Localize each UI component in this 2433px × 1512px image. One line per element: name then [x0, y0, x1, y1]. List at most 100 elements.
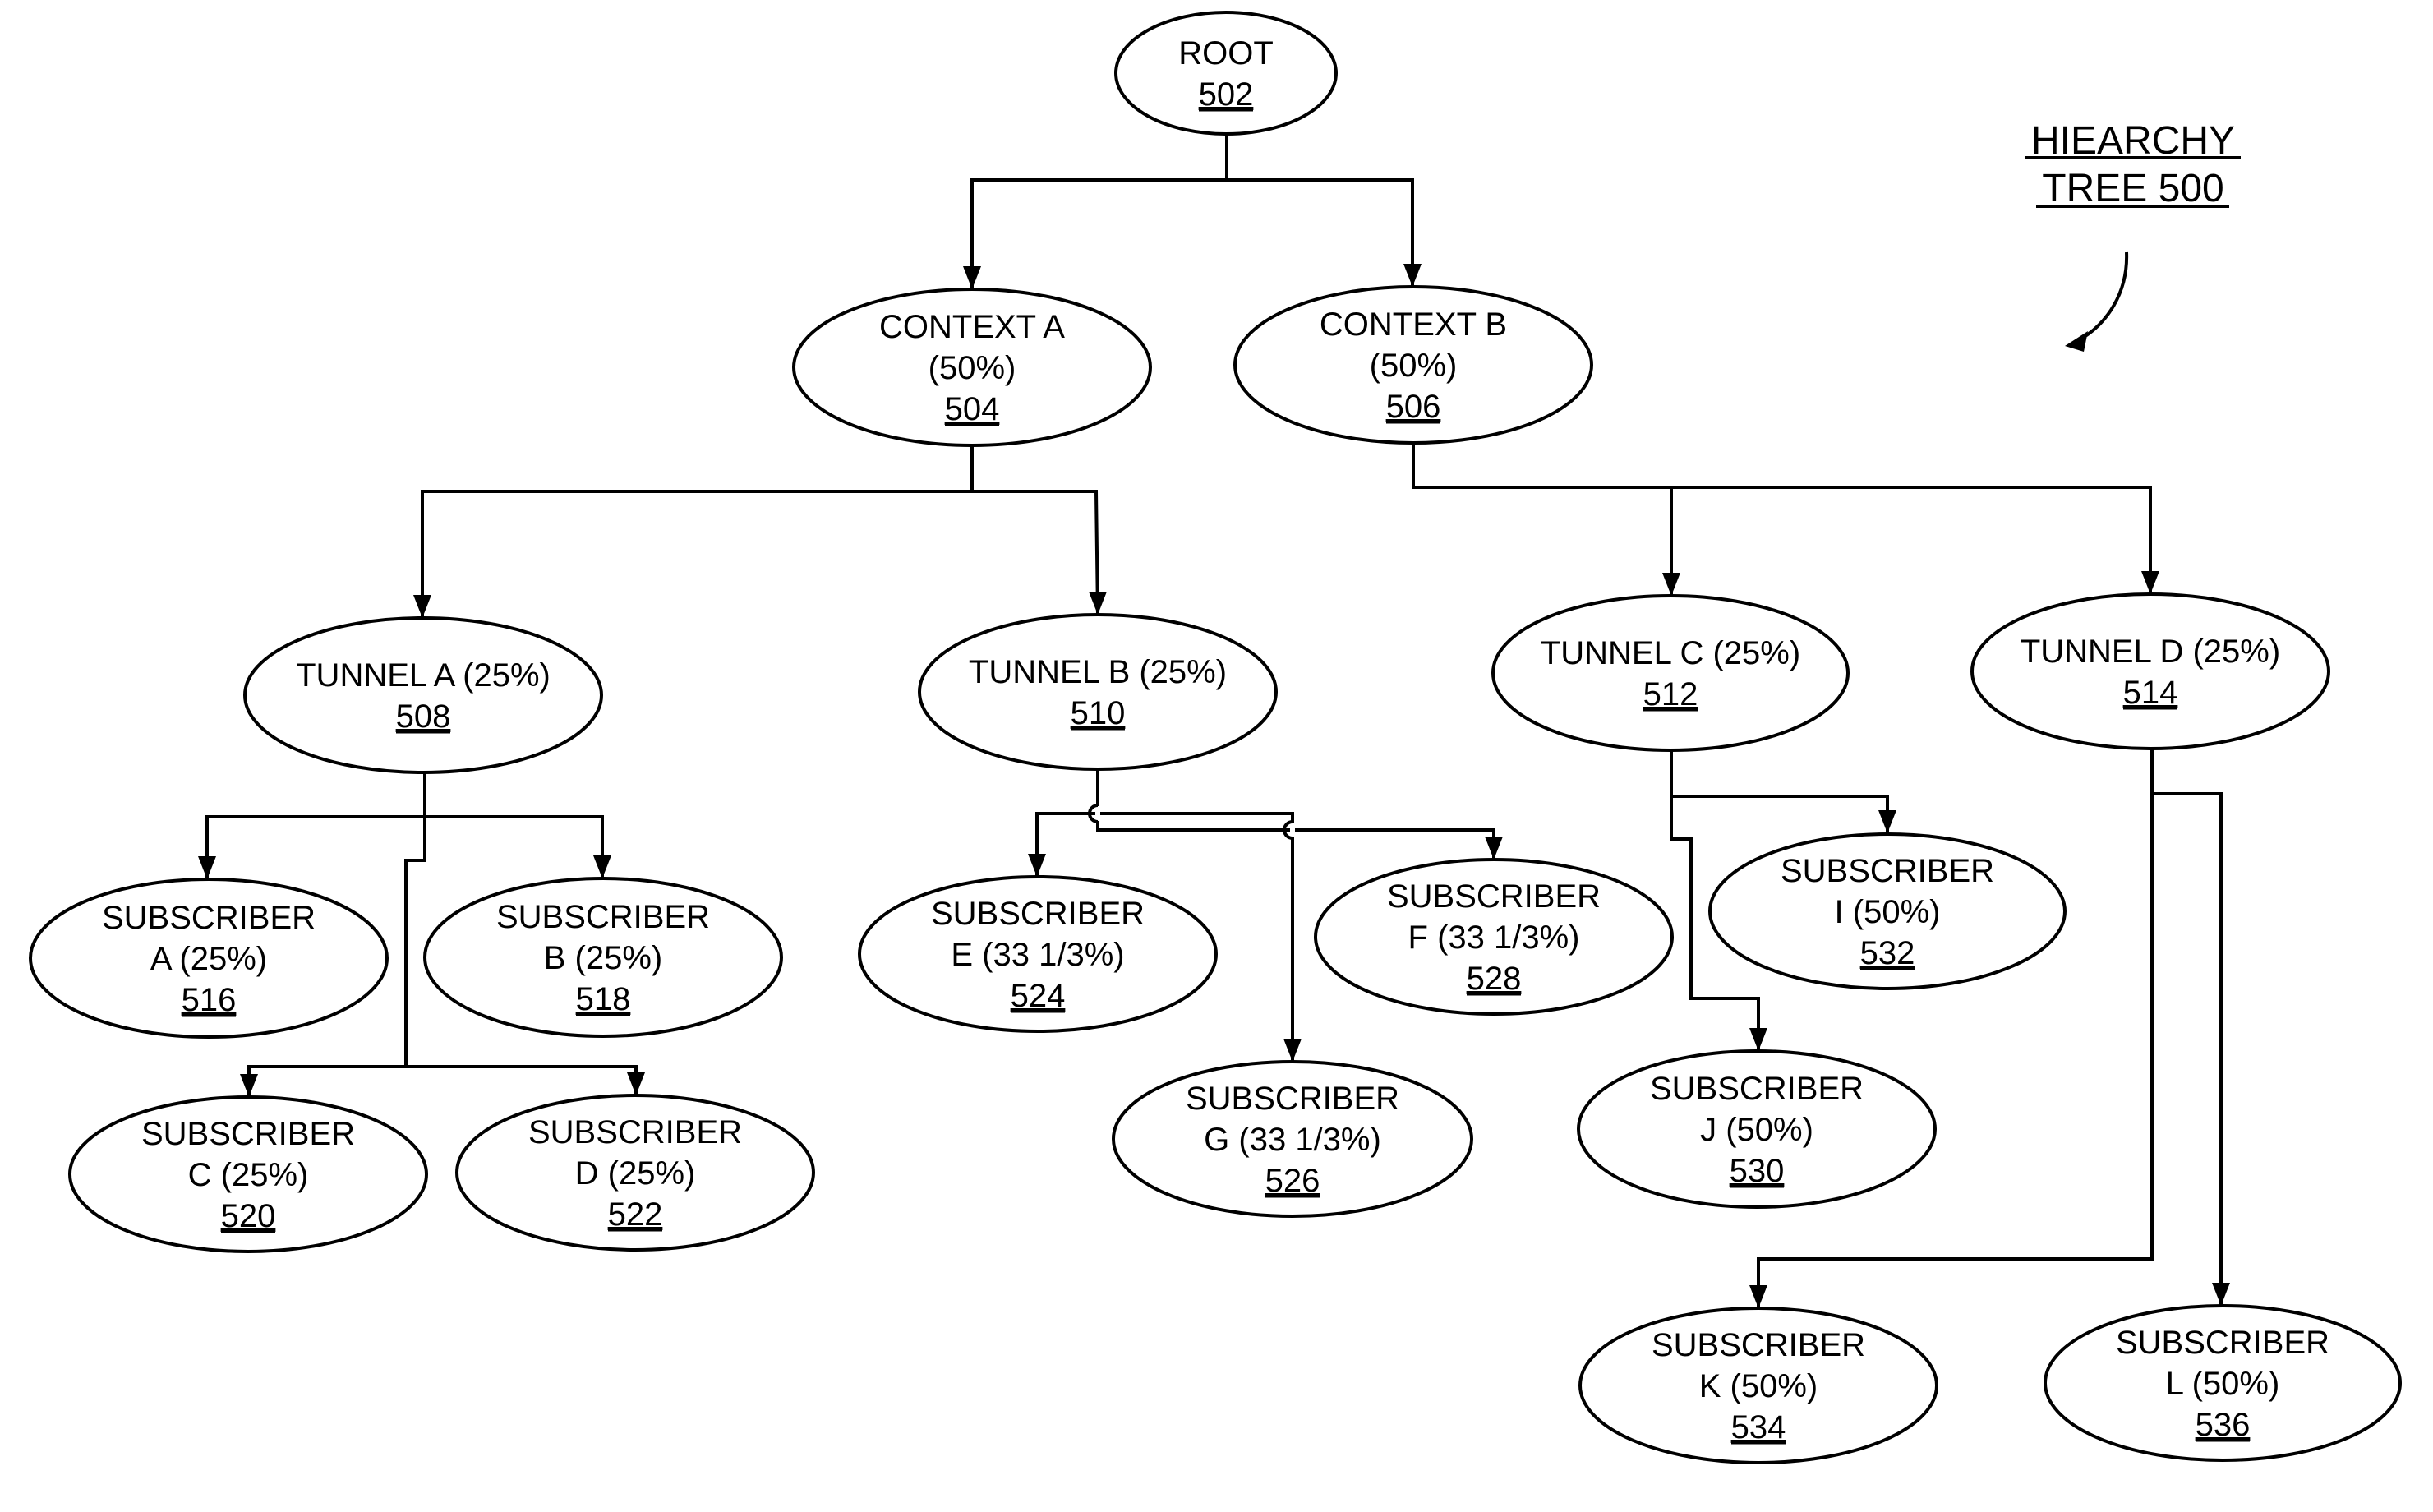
node-reference-number: 528	[1467, 961, 1522, 997]
node-label-line: SUBSCRIBER	[1186, 1081, 1399, 1117]
node-tunD[interactable]: TUNNEL D (25%) 514	[1970, 592, 2330, 750]
edge-root-to-ctxB	[1227, 178, 1422, 287]
arrowhead	[1749, 1285, 1767, 1308]
node-label-line: SUBSCRIBER	[496, 899, 710, 935]
title-pointer-arrow	[2076, 251, 2129, 343]
node-ellipse[interactable]	[243, 616, 603, 774]
node-label-line: SUBSCRIBER	[1652, 1327, 1865, 1363]
node-label-line: SUBSCRIBER	[1781, 853, 1994, 889]
title-line-2: TREE 500	[2042, 167, 2223, 210]
node-subD[interactable]: SUBSCRIBER D (25%) 522	[455, 1094, 815, 1252]
node-subF[interactable]: SUBSCRIBER F (33 1/3%) 528	[1314, 858, 1674, 1016]
node-ellipse[interactable]	[1114, 11, 1338, 136]
connector-line	[2152, 792, 2223, 1306]
edge-tunC-to-subI	[1670, 750, 1896, 833]
node-reference-number: 536	[2196, 1407, 2251, 1443]
node-ellipse[interactable]	[1491, 594, 1850, 752]
node-tunC[interactable]: TUNNEL C (25%) 512	[1491, 594, 1850, 752]
node-label-line: I (50%)	[1835, 894, 1941, 930]
node-label-line: SUBSCRIBER	[931, 896, 1145, 932]
node-label-line: SUBSCRIBER	[102, 900, 316, 936]
node-ctxA[interactable]: CONTEXT A (50%) 504	[792, 288, 1152, 447]
node-root[interactable]: ROOT 502	[1114, 11, 1338, 136]
node-subI[interactable]: SUBSCRIBER I (50%) 532	[1708, 832, 2067, 990]
node-label-line: ROOT	[1178, 35, 1274, 71]
arrowhead	[1749, 1028, 1767, 1051]
arrowhead	[1403, 264, 1422, 287]
node-reference-number: 506	[1386, 389, 1441, 425]
node-subL[interactable]: SUBSCRIBER L (50%) 536	[2044, 1304, 2402, 1462]
arrowhead	[1485, 837, 1503, 860]
node-subA[interactable]: SUBSCRIBER A (25%) 516	[29, 878, 389, 1039]
node-reference-number: 530	[1730, 1153, 1785, 1189]
node-label-line: CONTEXT A	[879, 309, 1065, 345]
connector-line	[421, 445, 974, 618]
node-reference-number: 504	[945, 391, 1000, 427]
node-tunB[interactable]: TUNNEL B (25%) 510	[918, 613, 1278, 771]
node-label-line: SUBSCRIBER	[528, 1114, 742, 1150]
node-label-line: B (25%)	[544, 940, 663, 976]
node-ellipse[interactable]	[918, 613, 1278, 771]
edge-ctxA-to-tunB	[972, 490, 1107, 615]
node-subJ[interactable]: SUBSCRIBER J (50%) 530	[1577, 1049, 1937, 1209]
node-label-line: SUBSCRIBER	[141, 1116, 355, 1152]
edge-tunD-to-subK	[1749, 749, 2154, 1308]
arrowhead	[1878, 810, 1896, 833]
node-label-line: TUNNEL B (25%)	[969, 654, 1227, 690]
node-reference-number: 522	[608, 1196, 663, 1233]
node-reference-number: 512	[1643, 676, 1698, 712]
node-reference-number: 518	[576, 981, 631, 1017]
edge-tunB-to-subF	[1096, 814, 1503, 860]
node-label-line: TUNNEL D (25%)	[2021, 634, 2280, 670]
edge-tunD-to-subL	[2152, 792, 2230, 1306]
arrowhead	[1283, 1039, 1302, 1062]
node-ctxB[interactable]: CONTEXT B (50%) 506	[1233, 285, 1593, 445]
hierarchy-tree-diagram: ROOT 502 CONTEXT A (50%) 504 CONTEXT B (50%) 50…	[29, 11, 2402, 1464]
connector-line	[406, 1065, 638, 1095]
node-reference-number: 532	[1860, 935, 1915, 971]
node-label-line: (50%)	[1370, 348, 1458, 384]
arrowhead	[963, 266, 981, 289]
node-ellipse[interactable]	[1970, 592, 2330, 750]
node-reference-number: 508	[396, 698, 451, 735]
node-label-line: SUBSCRIBER	[1650, 1071, 1864, 1107]
node-label-line: L (50%)	[2166, 1366, 2280, 1402]
edge-tunA-to-subB	[425, 815, 611, 878]
edge-ctxB-to-tunD	[1671, 486, 2159, 594]
node-label-line: SUBSCRIBER	[1387, 878, 1601, 915]
node-label-line: D (25%)	[575, 1155, 696, 1192]
node-tunA[interactable]: TUNNEL A (25%) 508	[243, 616, 603, 774]
node-label-line: K (50%)	[1699, 1368, 1818, 1404]
arrowhead	[2212, 1283, 2230, 1306]
edge-root-to-ctxA	[963, 134, 1228, 289]
node-reference-number: 514	[2123, 675, 2178, 711]
node-subK[interactable]: SUBSCRIBER K (50%) 534	[1578, 1307, 1938, 1464]
arrowhead	[593, 855, 611, 878]
crossing-gap	[1290, 823, 1295, 837]
node-subB[interactable]: SUBSCRIBER B (25%) 518	[423, 877, 783, 1038]
node-reference-number: 534	[1731, 1409, 1786, 1445]
connector-line	[1412, 443, 1673, 596]
crossing-gap	[1095, 806, 1100, 821]
node-label-line: CONTEXT B	[1320, 307, 1507, 343]
node-label-line: C (25%)	[188, 1157, 309, 1193]
node-label-line: TUNNEL C (25%)	[1541, 635, 1800, 671]
node-subE[interactable]: SUBSCRIBER E (33 1/3%) 524	[858, 875, 1218, 1033]
node-reference-number: 516	[182, 982, 237, 1018]
title-pointer-arrowhead	[2065, 331, 2088, 352]
edge-ctxA-to-tunA	[413, 445, 974, 618]
node-label-line: E (33 1/3%)	[951, 937, 1124, 973]
node-label-line: SUBSCRIBER	[2116, 1325, 2329, 1361]
node-subG[interactable]: SUBSCRIBER G (33 1/3%) 526	[1112, 1060, 1473, 1218]
node-subC[interactable]: SUBSCRIBER C (25%) 520	[68, 1095, 428, 1253]
node-reference-number: 510	[1071, 695, 1126, 731]
arrowhead	[627, 1072, 645, 1095]
connector-line	[1757, 749, 2154, 1308]
arrowhead	[1089, 592, 1107, 615]
node-reference-number: 520	[221, 1198, 276, 1234]
node-label-line: F (33 1/3%)	[1408, 920, 1580, 956]
node-reference-number: 502	[1199, 76, 1254, 113]
connector-line	[425, 815, 604, 878]
arrowhead	[240, 1074, 258, 1097]
node-reference-number: 524	[1011, 978, 1066, 1014]
